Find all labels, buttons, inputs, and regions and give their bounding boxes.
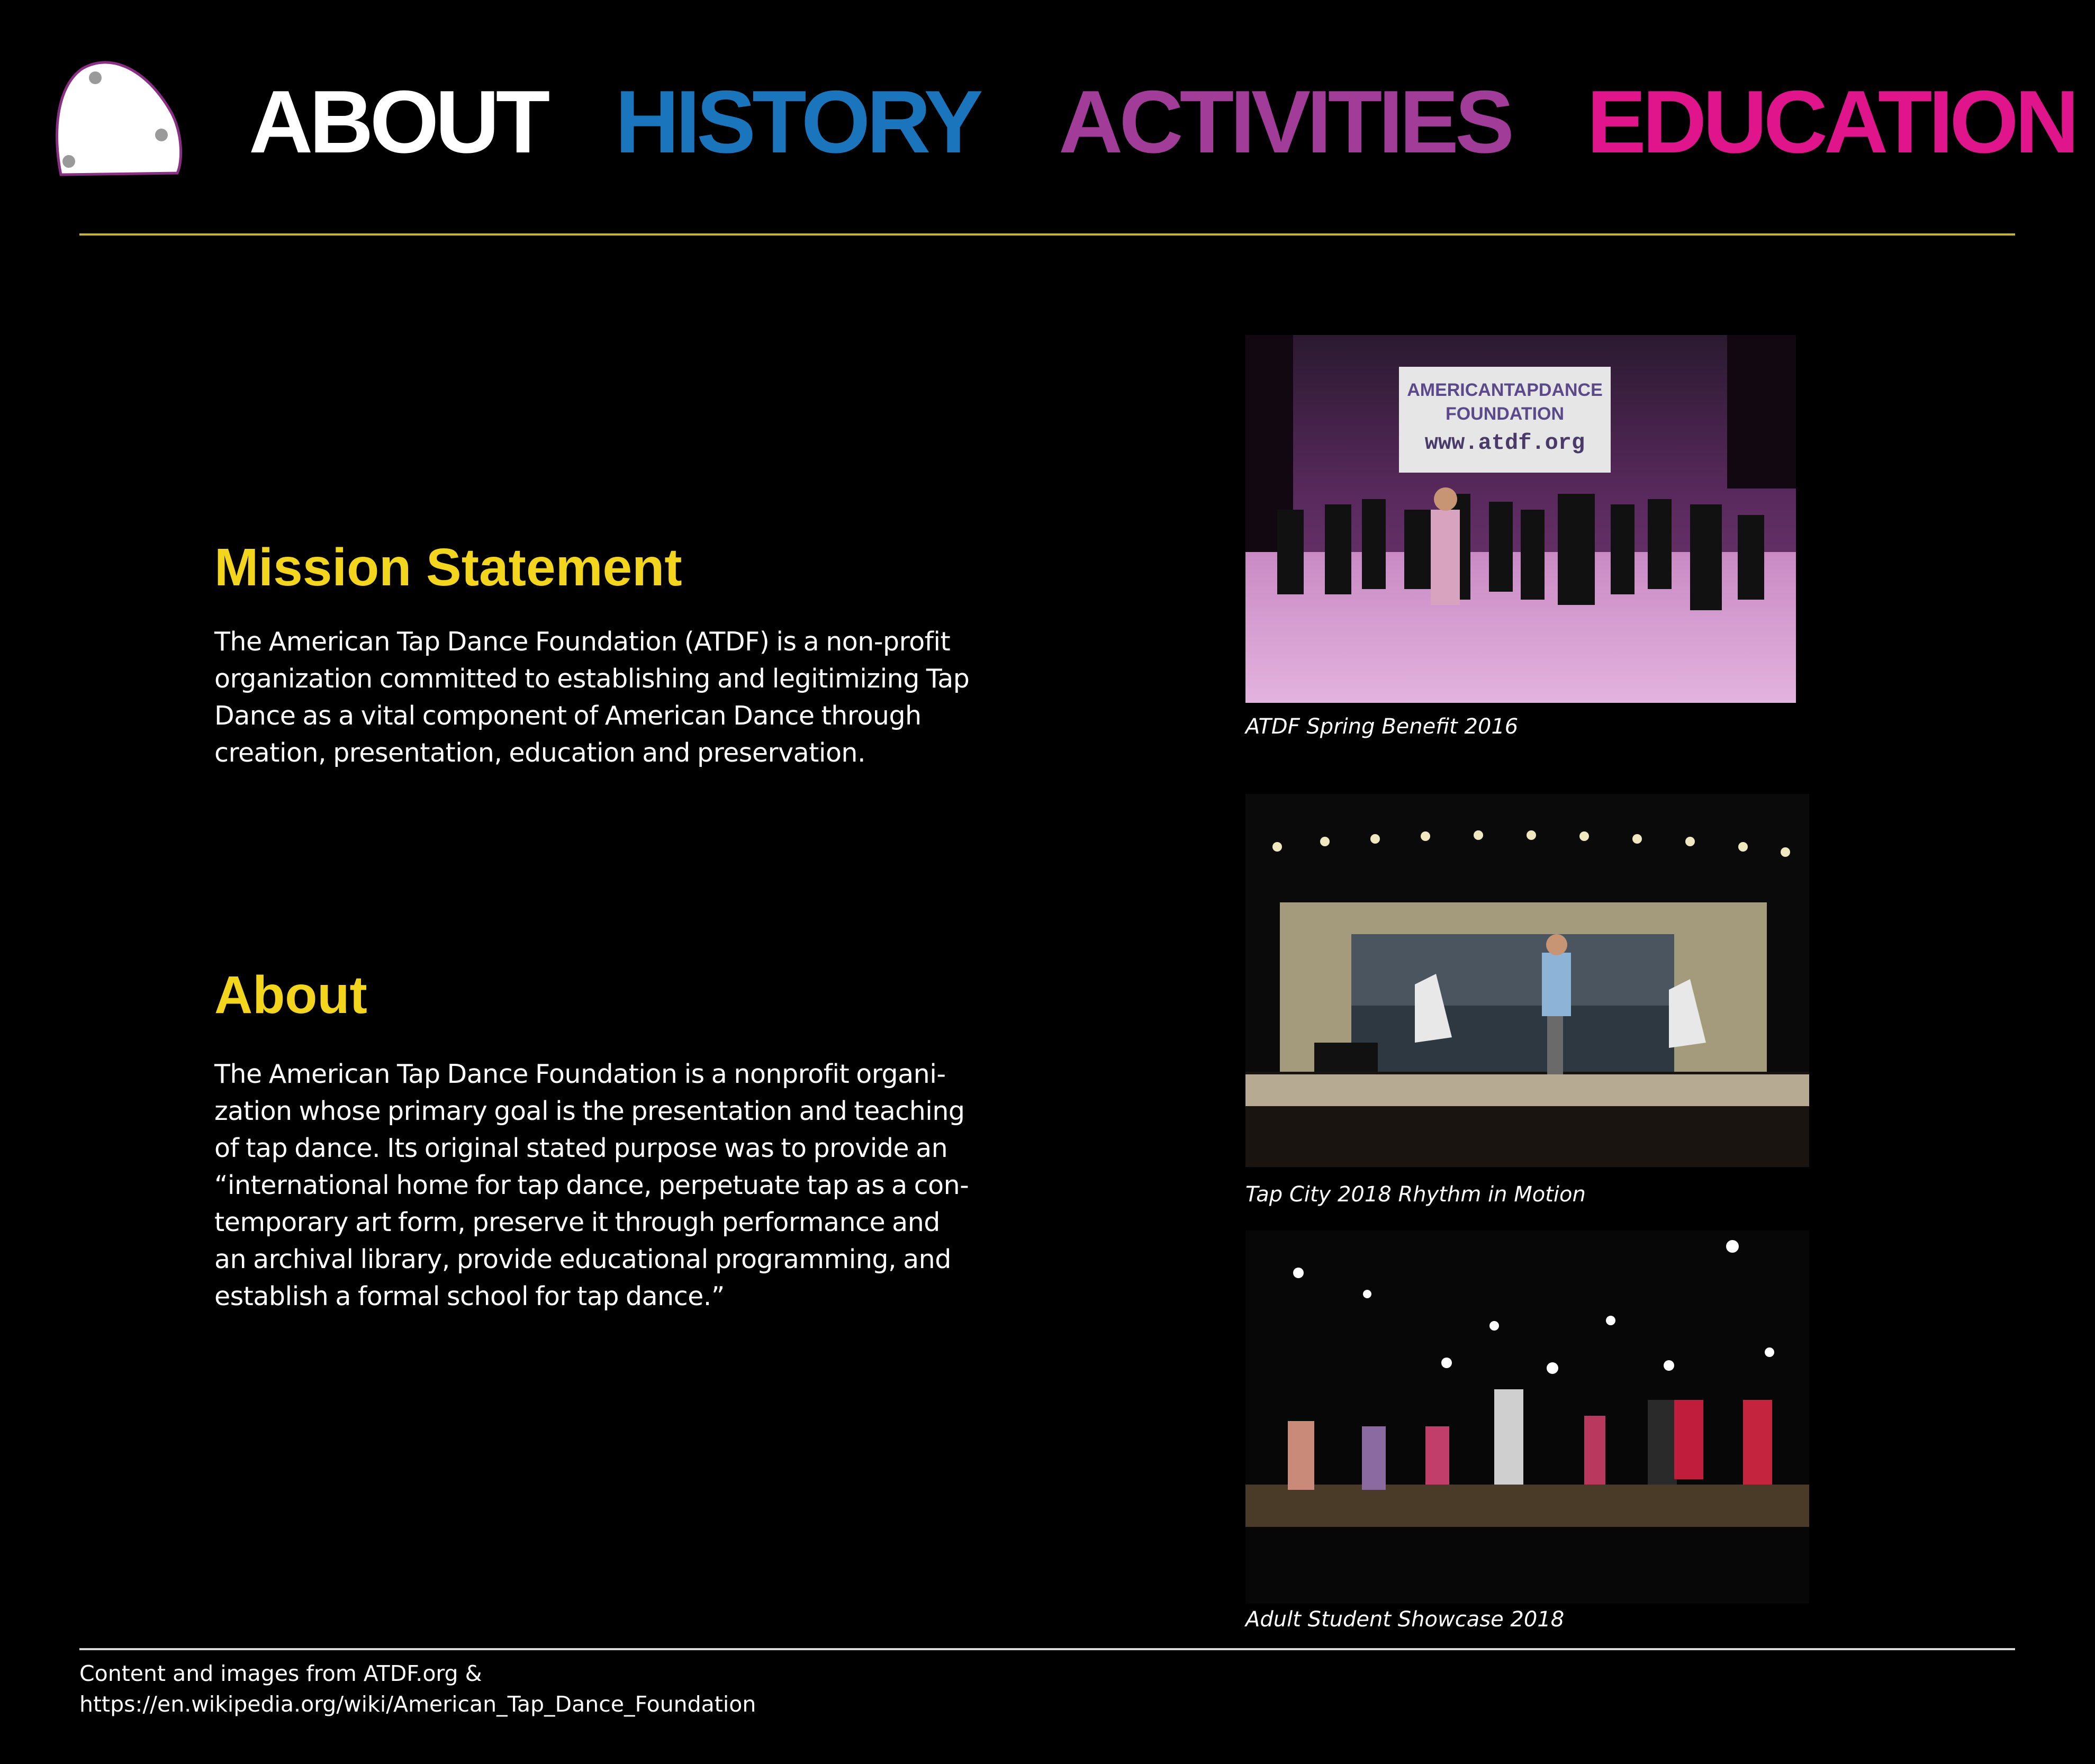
credits: Content and images from ATDF.org & https… [79,1658,756,1720]
nav-activities[interactable]: ACTIVITIES [1059,74,1514,169]
photo-adult-showcase[interactable] [1245,1231,1809,1604]
caption-spring-benefit: ATDF Spring Benefit 2016 [1245,714,1519,739]
about-text: The American Tap Dance Foundation is a n… [214,1059,969,1311]
caption-tap-city: Tap City 2018 Rhythm in Motion [1245,1182,1586,1207]
logo[interactable] [50,56,188,180]
header-divider [79,233,2015,236]
nav-history[interactable]: HISTORY [615,74,983,169]
banner-line2: FOUNDATION [1446,404,1564,424]
tap-shoe-plate-icon [56,61,182,176]
caption-adult-showcase: Adult Student Showcase 2018 [1245,1607,1565,1632]
nav-about[interactable]: ABOUT [249,74,550,169]
about-heading: About [214,965,367,1025]
credits-link[interactable]: https://en.wikipedia.org/wiki/American_T… [79,1689,756,1720]
credits-line1: Content and images from ATDF.org & [79,1661,482,1686]
photo-tap-city[interactable] [1245,794,1809,1167]
mission-text: The American Tap Dance Foundation (ATDF)… [214,627,970,768]
mission-heading: Mission Statement [214,538,682,597]
nav-education[interactable]: EDUCATION [1587,74,2079,169]
banner-line1: AMERICANTAPDANCE [1407,380,1603,400]
photo-spring-benefit[interactable]: AMERICANTAPDANCE FOUNDATION www.atdf.org [1245,335,1796,703]
footer-divider [79,1648,2015,1650]
banner-line3: www.atdf.org [1425,430,1585,456]
